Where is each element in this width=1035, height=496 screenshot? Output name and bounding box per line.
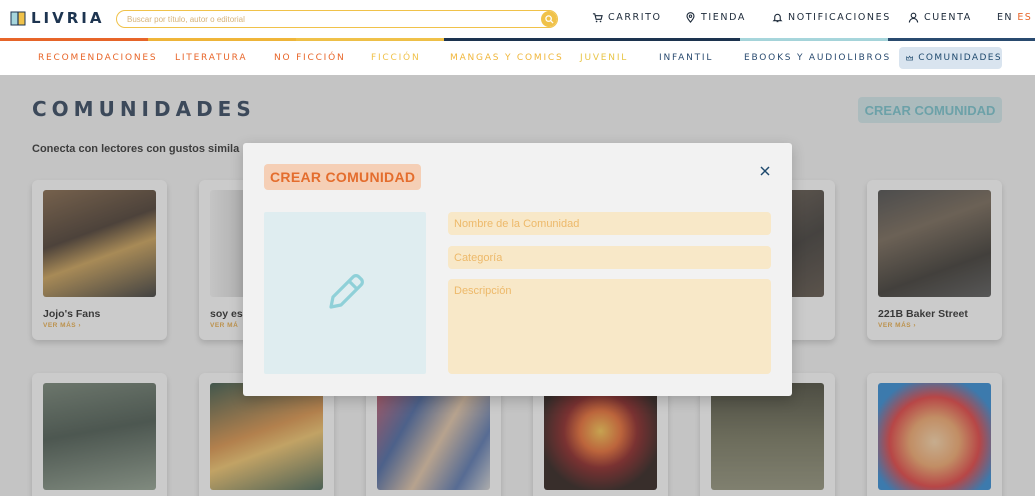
nav-account[interactable]: CUENTA	[908, 12, 972, 23]
category-communities[interactable]: COMUNIDADES	[899, 47, 1002, 69]
lang-en[interactable]: EN	[997, 12, 1013, 23]
bell-icon	[772, 13, 783, 23]
lang-es[interactable]: ES	[1017, 12, 1032, 23]
category-ebooks-audiobooks[interactable]: EBOOKS Y AUDIOLIBROS	[744, 53, 891, 63]
category-fiction[interactable]: FICCIÓN	[371, 53, 420, 63]
location-pin-icon	[686, 12, 695, 23]
category-bar: RECOMENDACIONES LITERATURA NO FICCIÓN FI…	[0, 41, 1035, 75]
nav-store[interactable]: TIENDA	[685, 12, 746, 23]
book-logo-icon	[10, 11, 26, 25]
nav-account-label: CUENTA	[924, 12, 972, 23]
search-icon	[544, 14, 554, 24]
close-icon	[760, 166, 770, 176]
modal-title: CREAR COMUNIDAD	[264, 164, 422, 190]
community-category-field[interactable]	[448, 246, 771, 269]
nav-store-label: TIENDA	[701, 12, 746, 23]
pencil-icon	[329, 274, 364, 309]
nav-notifications[interactable]: NOTIFICACIONES	[772, 12, 891, 23]
search-input[interactable]	[117, 14, 541, 24]
community-image-upload[interactable]	[264, 212, 426, 374]
top-header: LIVRIA CARRITO TIENDA NOTIFICACIONES	[0, 0, 1035, 38]
user-icon	[908, 12, 919, 23]
category-juvenile[interactable]: JUVENIL	[580, 53, 628, 63]
nav-notifications-label: NOTIFICACIONES	[788, 12, 891, 23]
community-description-field[interactable]	[448, 279, 771, 374]
language-switch: EN ES	[997, 12, 1032, 23]
category-communities-label: COMUNIDADES	[918, 53, 1002, 63]
search-bar	[116, 10, 558, 28]
brand-logo[interactable]: LIVRIA	[10, 9, 105, 27]
community-name-field[interactable]	[448, 212, 771, 235]
category-nonfiction[interactable]: NO FICCIÓN	[274, 53, 346, 63]
category-manga-comics[interactable]: MANGAS Y COMICS	[450, 53, 564, 63]
close-button[interactable]	[757, 163, 773, 179]
category-literature[interactable]: LITERATURA	[175, 53, 247, 63]
category-children[interactable]: INFANTIL	[659, 53, 713, 63]
category-recommendations[interactable]: RECOMENDACIONES	[38, 53, 157, 63]
nav-cart[interactable]: CARRITO	[592, 12, 662, 23]
brand-name: LIVRIA	[31, 9, 105, 27]
create-community-modal: CREAR COMUNIDAD	[243, 143, 792, 396]
search-button[interactable]	[541, 11, 557, 27]
crown-icon	[906, 55, 913, 61]
nav-cart-label: CARRITO	[608, 12, 662, 23]
cart-icon	[592, 13, 603, 23]
